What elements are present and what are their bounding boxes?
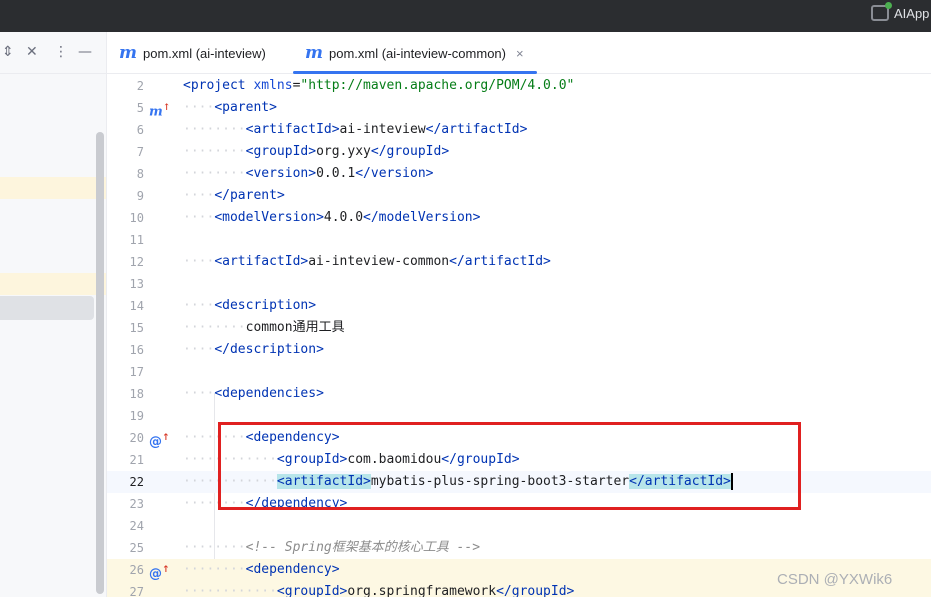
code-line[interactable]: 14 ····<description> bbox=[107, 295, 931, 317]
project-scrollbar[interactable] bbox=[96, 132, 104, 594]
editor-tab-bar: m pom.xml (ai-inteview) m pom.xml (ai-in… bbox=[107, 32, 931, 74]
line-number[interactable]: 21 bbox=[107, 449, 144, 471]
line-number[interactable]: 23 bbox=[107, 493, 144, 515]
dependency-gutter-icon[interactable]: @↑ bbox=[149, 427, 170, 449]
line-number[interactable]: 20 bbox=[107, 427, 144, 449]
code-line[interactable]: 10 ····<modelVersion>4.0.0</modelVersion> bbox=[107, 207, 931, 229]
code-text[interactable]: ········<version>0.0.1</version> bbox=[183, 163, 434, 185]
app-name[interactable]: AIApp bbox=[894, 6, 929, 21]
collapse-all-icon[interactable]: ✕ bbox=[26, 44, 38, 60]
watermark: CSDN @YXWik6 bbox=[777, 571, 893, 588]
code-line[interactable]: 11 bbox=[107, 229, 931, 251]
active-tab-indicator bbox=[293, 71, 537, 74]
expand-collapse-icon[interactable]: ⇕ bbox=[2, 44, 14, 60]
code-line[interactable]: 18 ····<dependencies> bbox=[107, 383, 931, 405]
code-line[interactable]: 7 ········<groupId>org.yxy</groupId> bbox=[107, 141, 931, 163]
code-text[interactable]: ····<parent> bbox=[183, 97, 277, 119]
annotation-highlight-box bbox=[218, 422, 801, 510]
code-line[interactable]: 8 ········<version>0.0.1</version> bbox=[107, 163, 931, 185]
dependency-gutter-icon[interactable]: @↑ bbox=[149, 559, 170, 581]
hide-panel-icon[interactable]: — bbox=[78, 44, 92, 60]
code-text[interactable]: ····<dependencies> bbox=[183, 383, 324, 405]
code-line[interactable]: 16 ····</description> bbox=[107, 339, 931, 361]
maven-parent-gutter-icon[interactable]: m↑ bbox=[149, 97, 170, 119]
tab-label: pom.xml (ai-inteview-common) bbox=[329, 45, 506, 61]
code-text[interactable]: ········<!-- Spring框架基本的核心工具 --> bbox=[183, 537, 480, 559]
code-line[interactable]: 6 ········<artifactId>ai-inteview</artifa… bbox=[107, 119, 931, 141]
line-number[interactable]: 10 bbox=[107, 207, 144, 229]
title-bar: AIApp bbox=[0, 0, 931, 32]
line-number[interactable]: 5 bbox=[107, 97, 144, 119]
line-number[interactable]: 12 bbox=[107, 251, 144, 273]
line-number[interactable]: 14 bbox=[107, 295, 144, 317]
close-tab-icon[interactable]: × bbox=[516, 46, 524, 61]
line-number[interactable]: 2 bbox=[107, 75, 144, 97]
code-text[interactable]: ········<dependency> bbox=[183, 559, 340, 581]
code-line[interactable]: 24 bbox=[107, 515, 931, 537]
code-text[interactable]: ····<artifactId>ai-inteview-common</arti… bbox=[183, 251, 551, 273]
code-line[interactable]: 17 bbox=[107, 361, 931, 383]
project-toolbar: ⇕ ✕ ⋮ — bbox=[0, 32, 107, 74]
tab-label: pom.xml (ai-inteview) bbox=[143, 45, 266, 61]
code-text[interactable]: ····</parent> bbox=[183, 185, 285, 207]
code-text[interactable]: ········<groupId>org.yxy</groupId> bbox=[183, 141, 449, 163]
project-tool-window: ⇕ ✕ ⋮ — bbox=[0, 32, 107, 597]
line-number[interactable]: 17 bbox=[107, 361, 144, 383]
code-text[interactable]: ········<artifactId>ai-inteview</artifac… bbox=[183, 119, 527, 141]
code-text[interactable]: <project xmlns="http://maven.apache.org/… bbox=[183, 75, 574, 97]
maven-file-icon: m bbox=[119, 43, 137, 63]
code-text[interactable]: ····<description> bbox=[183, 295, 316, 317]
code-text[interactable]: ············<groupId>org.springframework… bbox=[183, 581, 574, 597]
line-number[interactable]: 22 bbox=[107, 471, 144, 493]
code-line[interactable]: 25 ········<!-- Spring框架基本的核心工具 --> bbox=[107, 537, 931, 559]
tree-item-highlighted[interactable] bbox=[0, 177, 106, 199]
maven-file-icon: m bbox=[305, 43, 323, 63]
code-line[interactable]: 15 ········common通用工具 bbox=[107, 317, 931, 339]
status-dot-icon bbox=[885, 2, 892, 9]
line-number[interactable]: 24 bbox=[107, 515, 144, 537]
tab-pom-ai-inteview[interactable]: m pom.xml (ai-inteview) bbox=[119, 32, 266, 74]
line-number[interactable]: 13 bbox=[107, 273, 144, 295]
line-number[interactable]: 11 bbox=[107, 229, 144, 251]
line-number[interactable]: 18 bbox=[107, 383, 144, 405]
line-number[interactable]: 15 bbox=[107, 317, 144, 339]
line-number[interactable]: 26 bbox=[107, 559, 144, 581]
code-line[interactable]: 2 <project xmlns="http://maven.apache.org… bbox=[107, 75, 931, 97]
code-text[interactable]: ········common通用工具 bbox=[183, 317, 345, 339]
tree-item-selected[interactable] bbox=[0, 296, 94, 320]
code-text[interactable]: ····<modelVersion>4.0.0</modelVersion> bbox=[183, 207, 480, 229]
app-window-icon[interactable] bbox=[871, 2, 892, 21]
line-number[interactable]: 8 bbox=[107, 163, 144, 185]
tab-pom-ai-inteview-common[interactable]: m pom.xml (ai-inteview-common) × bbox=[305, 32, 524, 74]
code-line[interactable]: 5 m↑ ····<parent> bbox=[107, 97, 931, 119]
code-line[interactable]: 13 bbox=[107, 273, 931, 295]
line-number[interactable]: 25 bbox=[107, 537, 144, 559]
line-number[interactable]: 9 bbox=[107, 185, 144, 207]
tree-item-highlighted[interactable] bbox=[0, 273, 106, 295]
line-number[interactable]: 6 bbox=[107, 119, 144, 141]
code-editor[interactable]: 2 <project xmlns="http://maven.apache.org… bbox=[107, 75, 931, 597]
line-number[interactable]: 27 bbox=[107, 581, 144, 597]
code-line[interactable]: 12 ····<artifactId>ai-inteview-common</ar… bbox=[107, 251, 931, 273]
line-number[interactable]: 19 bbox=[107, 405, 144, 427]
options-menu-icon[interactable]: ⋮ bbox=[54, 44, 68, 60]
code-line[interactable]: 9 ····</parent> bbox=[107, 185, 931, 207]
code-text[interactable]: ····</description> bbox=[183, 339, 324, 361]
line-number[interactable]: 16 bbox=[107, 339, 144, 361]
line-number[interactable]: 7 bbox=[107, 141, 144, 163]
